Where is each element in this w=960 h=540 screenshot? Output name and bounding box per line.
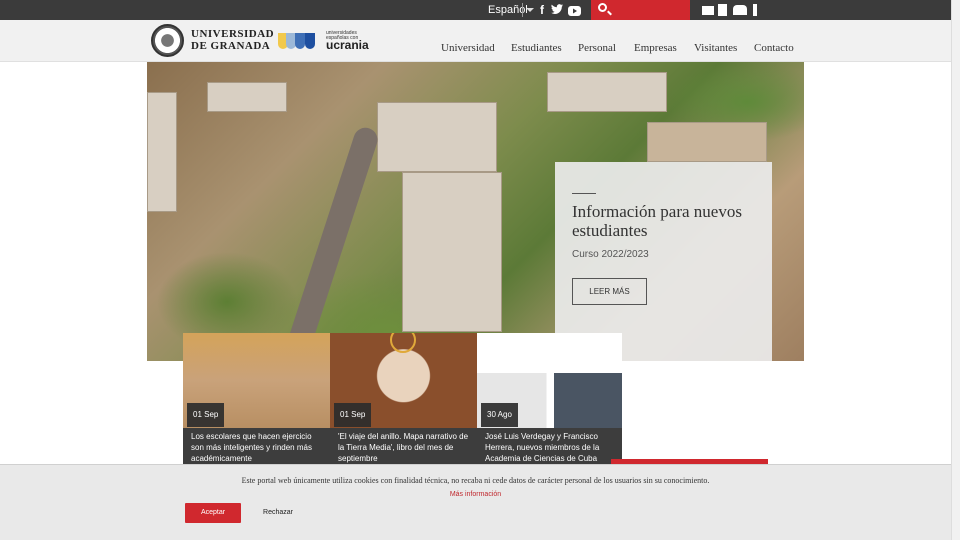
search-icon[interactable] [598, 3, 607, 12]
nav-universidad[interactable]: Universidad [441, 42, 495, 54]
top-bar: Español f [0, 0, 951, 20]
nav-contacto[interactable]: Contacto [754, 42, 794, 54]
news-title[interactable]: 'El viaje del anillo. Mapa narrativo de … [338, 431, 470, 464]
news-date: 30 Ago [481, 403, 518, 427]
divider [572, 193, 596, 194]
ucrania-logo-mark[interactable] [278, 33, 316, 49]
site-header [0, 20, 951, 62]
directory-icon[interactable] [718, 4, 727, 16]
nav-empresas[interactable]: Empresas [634, 42, 677, 54]
nav-personal[interactable]: Personal [578, 42, 616, 54]
news-date: 01 Sep [187, 403, 225, 427]
info-icon[interactable] [753, 4, 757, 16]
youtube-icon[interactable] [568, 5, 581, 19]
chevron-down-icon[interactable] [526, 8, 534, 12]
separator [522, 3, 523, 17]
reject-button[interactable]: Rechazar [256, 503, 300, 523]
news-card[interactable]: 01 Sep Los escolares que hacen ejercicio… [183, 333, 330, 464]
accept-button[interactable]: Aceptar [185, 503, 241, 523]
read-more-button[interactable]: LEER MÁS [572, 278, 647, 305]
ucrania-logo-text[interactable]: ucrania [326, 38, 369, 52]
news-card[interactable]: 30 Ago José Luis Verdegay y Francisco He… [477, 373, 622, 464]
university-seal-logo[interactable] [151, 24, 184, 57]
hero-info-card: Información para nuevos estudiantes Curs… [555, 162, 772, 361]
nav-visitantes[interactable]: Visitantes [694, 42, 737, 54]
more-info-link[interactable]: Más información [0, 491, 951, 498]
mail-icon[interactable] [702, 6, 714, 15]
cookie-banner: Este portal web únicamente utiliza cooki… [0, 464, 951, 540]
hero-subtitle: Curso 2022/2023 [572, 249, 649, 260]
hero-road [277, 124, 381, 361]
nav-estudiantes[interactable]: Estudiantes [511, 42, 562, 54]
university-name-line1[interactable]: UNIVERSIDAD [191, 28, 274, 40]
twitter-icon[interactable] [551, 4, 563, 18]
news-date: 01 Sep [334, 403, 372, 427]
news-title[interactable]: Los escolares que hacen ejercicio son má… [191, 431, 323, 464]
facebook-icon[interactable]: f [538, 3, 546, 17]
hero-title: Información para nuevos estudiantes [572, 202, 742, 240]
users-icon[interactable] [733, 5, 747, 15]
search-input[interactable] [591, 0, 690, 20]
scrollbar[interactable] [951, 0, 960, 540]
news-card-header [477, 333, 622, 373]
news-title[interactable]: José Luis Verdegay y Francisco Herrera, … [485, 431, 615, 464]
university-name-line2[interactable]: DE GRANADA [191, 40, 270, 52]
news-card[interactable]: 01 Sep 'El viaje del anillo. Mapa narrat… [330, 333, 477, 464]
cookie-message: Este portal web únicamente utiliza cooki… [241, 476, 710, 485]
